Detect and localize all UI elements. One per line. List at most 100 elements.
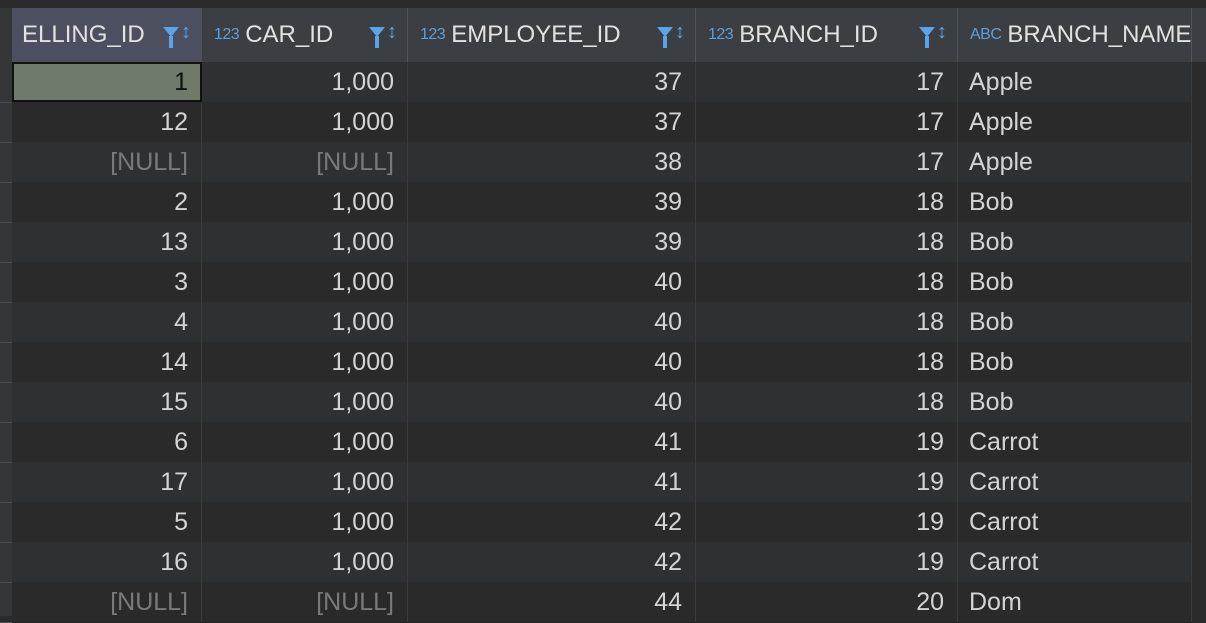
table-cell[interactable]: 1,000 — [202, 542, 408, 582]
table-cell[interactable]: [NULL] — [12, 582, 202, 622]
table-cell[interactable]: Apple — [958, 62, 1192, 102]
column-header-elling-id[interactable]: ELLING_ID ↕ — [12, 8, 202, 62]
table-cell[interactable]: 19 — [696, 462, 958, 502]
table-cell[interactable]: 42 — [408, 502, 696, 542]
table-cell[interactable]: Carrot — [958, 542, 1192, 582]
table-cell[interactable]: 40 — [408, 302, 696, 342]
table-cell[interactable]: Apple — [958, 142, 1192, 182]
table-row[interactable]: [NULL] [NULL] 38 17 Apple — [12, 142, 1192, 183]
row-header-divider — [0, 262, 12, 263]
table-cell[interactable]: 18 — [696, 302, 958, 342]
table-cell[interactable]: 1,000 — [202, 62, 408, 102]
table-cell[interactable]: 13 — [12, 222, 202, 262]
table-row[interactable]: 5 1,000 42 19 Carrot — [12, 502, 1192, 543]
table-cell[interactable]: 1,000 — [202, 502, 408, 542]
table-cell[interactable]: 1 — [12, 62, 202, 102]
table-cell[interactable]: 18 — [696, 262, 958, 302]
table-cell[interactable]: 6 — [12, 422, 202, 462]
table-cell[interactable]: 41 — [408, 422, 696, 462]
table-cell[interactable]: [NULL] — [12, 142, 202, 182]
table-cell[interactable]: Carrot — [958, 502, 1192, 542]
table-cell[interactable]: 38 — [408, 142, 696, 182]
table-row[interactable]: 3 1,000 40 18 Bob — [12, 262, 1192, 303]
table-row[interactable]: 13 1,000 39 18 Bob — [12, 222, 1192, 263]
table-cell[interactable]: Carrot — [958, 422, 1192, 462]
table-cell[interactable]: 18 — [696, 222, 958, 262]
table-cell[interactable]: 37 — [408, 102, 696, 142]
filter-icon[interactable] — [369, 27, 385, 48]
table-row[interactable]: 16 1,000 42 19 Carrot — [12, 542, 1192, 583]
table-cell[interactable]: 1,000 — [202, 342, 408, 382]
table-cell[interactable]: 40 — [408, 342, 696, 382]
table-cell[interactable]: 40 — [408, 262, 696, 302]
table-cell[interactable]: Bob — [958, 262, 1192, 302]
table-cell[interactable]: 19 — [696, 502, 958, 542]
table-cell[interactable]: 1,000 — [202, 422, 408, 462]
table-cell[interactable]: 12 — [12, 102, 202, 142]
table-cell[interactable]: 4 — [12, 302, 202, 342]
column-header-car-id[interactable]: 123 CAR_ID ↕ — [202, 8, 408, 62]
table-cell[interactable]: 16 — [12, 542, 202, 582]
table-cell[interactable]: 20 — [696, 582, 958, 622]
table-cell[interactable]: 37 — [408, 62, 696, 102]
table-cell[interactable]: 1,000 — [202, 382, 408, 422]
table-cell[interactable]: 1,000 — [202, 222, 408, 262]
table-cell[interactable]: 1,000 — [202, 302, 408, 342]
table-cell[interactable]: 5 — [12, 502, 202, 542]
sort-icon[interactable]: ↕ — [675, 22, 685, 42]
table-cell[interactable]: 17 — [696, 62, 958, 102]
sort-icon[interactable]: ↕ — [937, 22, 947, 42]
table-cell[interactable]: 44 — [408, 582, 696, 622]
table-cell[interactable]: 1,000 — [202, 102, 408, 142]
column-header-employee-id[interactable]: 123 EMPLOYEE_ID ↕ — [408, 8, 696, 62]
table-row[interactable]: 1 1,000 37 17 Apple — [12, 62, 1192, 103]
table-cell[interactable]: Dom — [958, 582, 1192, 622]
table-row[interactable]: 12 1,000 37 17 Apple — [12, 102, 1192, 143]
column-header-branch-name[interactable]: ABC BRANCH_NAME — [958, 8, 1192, 62]
table-cell[interactable]: 41 — [408, 462, 696, 502]
table-cell[interactable]: 17 — [696, 102, 958, 142]
table-row[interactable]: 6 1,000 41 19 Carrot — [12, 422, 1192, 463]
sort-icon[interactable]: ↕ — [181, 22, 191, 42]
table-cell[interactable]: Bob — [958, 302, 1192, 342]
table-cell[interactable]: 42 — [408, 542, 696, 582]
table-cell[interactable]: Bob — [958, 182, 1192, 222]
table-cell[interactable]: 39 — [408, 222, 696, 262]
table-row[interactable]: [NULL] [NULL] 44 20 Dom — [12, 582, 1192, 623]
table-cell[interactable]: 40 — [408, 382, 696, 422]
table-cell[interactable]: [NULL] — [202, 142, 408, 182]
column-header-branch-id[interactable]: 123 BRANCH_ID ↕ — [696, 8, 958, 62]
table-cell[interactable]: Bob — [958, 222, 1192, 262]
table-row[interactable]: 17 1,000 41 19 Carrot — [12, 462, 1192, 503]
table-cell[interactable]: Bob — [958, 342, 1192, 382]
table-cell[interactable]: Carrot — [958, 462, 1192, 502]
table-row[interactable]: 14 1,000 40 18 Bob — [12, 342, 1192, 383]
table-cell[interactable]: 1,000 — [202, 462, 408, 502]
table-cell[interactable]: [NULL] — [202, 582, 408, 622]
filter-icon[interactable] — [163, 27, 179, 48]
table-row[interactable]: 4 1,000 40 18 Bob — [12, 302, 1192, 343]
column-header-bar: ELLING_ID ↕ 123 CAR_ID ↕ 123 EMPLOYEE_ID ↕ 123 BR… — [12, 8, 1206, 63]
table-cell[interactable]: 19 — [696, 542, 958, 582]
table-cell[interactable]: 3 — [12, 262, 202, 302]
table-cell[interactable]: 39 — [408, 182, 696, 222]
filter-icon[interactable] — [657, 27, 673, 48]
table-cell[interactable]: 18 — [696, 382, 958, 422]
table-row[interactable]: 2 1,000 39 18 Bob — [12, 182, 1192, 223]
table-cell[interactable]: Bob — [958, 382, 1192, 422]
table-cell[interactable]: 1,000 — [202, 182, 408, 222]
table-cell[interactable]: Apple — [958, 102, 1192, 142]
column-header-actions: ↕ — [657, 22, 685, 48]
table-cell[interactable]: 2 — [12, 182, 202, 222]
filter-icon[interactable] — [919, 27, 935, 48]
table-cell[interactable]: 17 — [696, 142, 958, 182]
table-cell[interactable]: 1,000 — [202, 262, 408, 302]
sort-icon[interactable]: ↕ — [387, 22, 397, 42]
table-cell[interactable]: 17 — [12, 462, 202, 502]
table-row[interactable]: 15 1,000 40 18 Bob — [12, 382, 1192, 423]
table-cell[interactable]: 19 — [696, 422, 958, 462]
table-cell[interactable]: 15 — [12, 382, 202, 422]
table-cell[interactable]: 18 — [696, 342, 958, 382]
table-cell[interactable]: 14 — [12, 342, 202, 382]
table-cell[interactable]: 18 — [696, 182, 958, 222]
